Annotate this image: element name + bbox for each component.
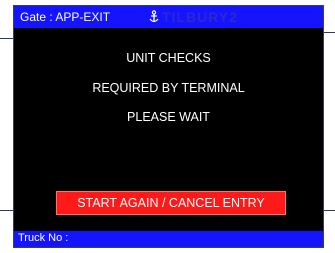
tilbury-logo: TILBURY2 xyxy=(149,9,238,25)
truck-number-label: Truck No : xyxy=(18,232,69,244)
status-message-line-3: PLEASE WAIT xyxy=(127,110,210,124)
right-connector-bottom xyxy=(324,210,335,211)
logo-text: TILBURY2 xyxy=(162,9,238,25)
cancel-entry-button[interactable]: START AGAIN / CANCEL ENTRY xyxy=(56,191,286,215)
gate-label: Gate : APP-EXIT xyxy=(20,10,111,24)
status-message-line-2: REQUIRED BY TERMINAL xyxy=(92,81,245,95)
anchor-icon xyxy=(149,10,159,23)
terminal-screen: Gate : APP-EXIT TILBURY2 UNIT CHECKS REQ… xyxy=(13,5,324,248)
header-bar: Gate : APP-EXIT TILBURY2 xyxy=(14,6,323,28)
right-connector-top xyxy=(324,32,335,33)
status-message-line-1: UNIT CHECKS xyxy=(126,51,211,65)
footer-bar: Truck No : xyxy=(14,231,323,247)
left-connector-top xyxy=(0,38,13,39)
left-connector-bottom xyxy=(0,210,13,211)
